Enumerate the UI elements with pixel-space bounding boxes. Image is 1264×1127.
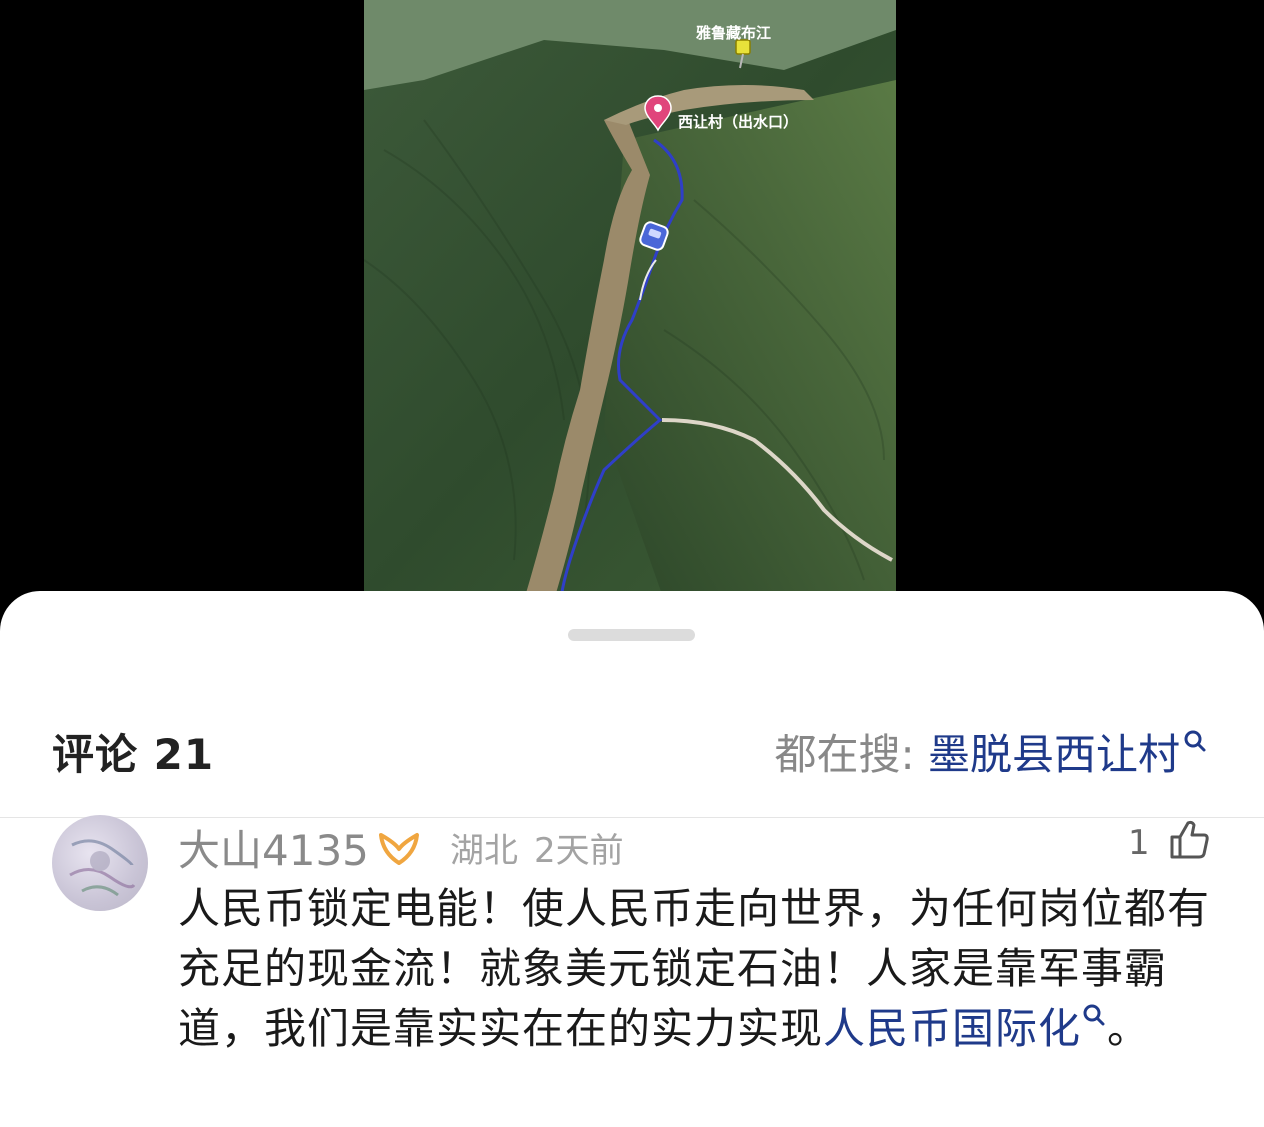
comment-username[interactable]: 大山4135	[178, 817, 423, 878]
map-label-river: 雅鲁藏布江	[695, 24, 771, 42]
trending-search-link[interactable]: 都在搜: 墨脱县西让村	[774, 721, 1208, 782]
sheet-drag-handle[interactable]	[568, 629, 695, 641]
thumb-up-icon[interactable]	[1166, 817, 1212, 863]
trending-term: 墨脱县西让村	[927, 730, 1180, 779]
comment-time: 2天前	[534, 831, 624, 871]
map-satellite-view: 雅鲁藏布江 西让村（出水口）	[364, 0, 896, 600]
search-icon	[1184, 730, 1206, 752]
comment-location: 湖北	[450, 831, 518, 871]
comment-body: 人民币锁定电能！使人民币走向世界，为任何岗位都有充足的现金流！就象美元锁定石油！…	[178, 879, 1218, 1059]
keyword-text: 人民币国际化	[823, 1004, 1082, 1053]
video-player[interactable]: 雅鲁藏布江 西让村（出水口）	[0, 0, 1264, 600]
comments-sheet: 评论 21 都在搜: 墨脱县西让村 大山4135 湖北 2天前 1 人民币锁定电能…	[0, 591, 1264, 1127]
avatar-image	[69, 839, 136, 897]
search-icon	[1083, 1004, 1105, 1026]
trending-label: 都在搜:	[774, 730, 928, 779]
map-label-village: 西让村（出水口）	[678, 113, 798, 131]
vip-badge-icon	[378, 833, 419, 865]
username-text: 大山4135	[178, 826, 369, 875]
comments-header: 评论 21	[52, 730, 215, 779]
comment-keyword-link[interactable]: 人民币国际化	[823, 1004, 1107, 1053]
comment-meta: 湖北 2天前	[450, 823, 624, 872]
avatar[interactable]	[52, 815, 148, 911]
like-count: 1	[1128, 823, 1150, 863]
comment-text-part2: 。	[1107, 1004, 1151, 1053]
